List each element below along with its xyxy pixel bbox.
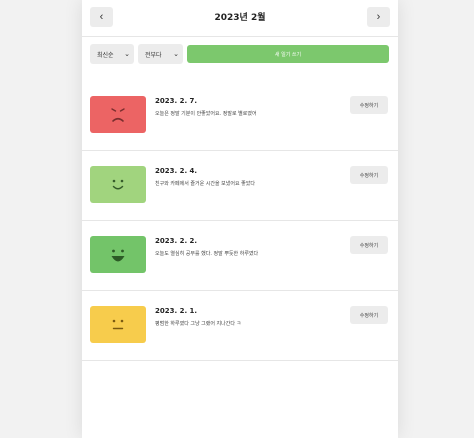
emotion-image[interactable] bbox=[90, 166, 146, 203]
entry-content[interactable]: 친구와 카페에서 즐거운 시간을 보냈어요 좋았다 bbox=[155, 180, 255, 187]
diary-item: 2023. 2. 4. 친구와 카페에서 즐거운 시간을 보냈어요 좋았다 수정… bbox=[82, 150, 398, 221]
diary-page: ‹ 2023년 2월 › 최신순 ⌄ 전부다 ⌄ 새 일기 쓰기 2023. 2… bbox=[82, 0, 398, 438]
filter-select-value: 전부다 bbox=[145, 51, 162, 59]
entry-content[interactable]: 오늘도 열심히 공부를 했다. 정말 뿌듯한 하루였다 bbox=[155, 250, 258, 257]
diary-item: 2023. 2. 2. 오늘도 열심히 공부를 했다. 정말 뿌듯한 하루였다 … bbox=[82, 220, 398, 291]
page-title: 2023년 2월 bbox=[214, 13, 266, 23]
sort-select-value: 최신순 bbox=[97, 51, 114, 59]
neutral-face-icon bbox=[112, 319, 124, 330]
edit-button[interactable]: 수정하기 bbox=[350, 166, 388, 184]
entry-date: 2023. 2. 2. bbox=[155, 237, 198, 245]
entry-content[interactable]: 오늘은 정말 기분이 안좋았어요. 정말로 별로였어 bbox=[155, 110, 257, 117]
emotion-image[interactable] bbox=[90, 236, 146, 273]
diary-item: 2023. 2. 1. 평범한 하루였다 그냥 그랬어 지나간다 ㅋ 수정하기 bbox=[82, 290, 398, 361]
emotion-image[interactable] bbox=[90, 96, 146, 133]
sort-select[interactable]: 최신순 ⌄ bbox=[90, 44, 134, 64]
entry-date: 2023. 2. 1. bbox=[155, 307, 198, 315]
happy-face-icon bbox=[112, 179, 124, 190]
toolbar: 최신순 ⌄ 전부다 ⌄ 새 일기 쓰기 bbox=[82, 44, 398, 66]
new-diary-button[interactable]: 새 일기 쓰기 bbox=[187, 45, 389, 63]
entry-date: 2023. 2. 7. bbox=[155, 97, 198, 105]
very-happy-face-icon bbox=[111, 249, 125, 262]
edit-button[interactable]: 수정하기 bbox=[350, 96, 388, 114]
emotion-filter-select[interactable]: 전부다 ⌄ bbox=[138, 44, 183, 64]
next-month-button[interactable]: › bbox=[367, 7, 390, 27]
entry-date: 2023. 2. 4. bbox=[155, 167, 198, 175]
entry-content[interactable]: 평범한 하루였다 그냥 그랬어 지나간다 ㅋ bbox=[155, 320, 241, 327]
diary-item: 2023. 2. 7. 오늘은 정말 기분이 안좋았어요. 정말로 별로였어 수… bbox=[82, 80, 398, 151]
chevron-right-icon: › bbox=[376, 11, 381, 23]
edit-button[interactable]: 수정하기 bbox=[350, 306, 388, 324]
chevron-down-icon: ⌄ bbox=[124, 50, 130, 58]
chevron-down-icon: ⌄ bbox=[173, 50, 179, 58]
header: ‹ 2023년 2월 › bbox=[82, 0, 398, 37]
angry-face-icon bbox=[111, 108, 125, 122]
edit-button[interactable]: 수정하기 bbox=[350, 236, 388, 254]
emotion-image[interactable] bbox=[90, 306, 146, 343]
